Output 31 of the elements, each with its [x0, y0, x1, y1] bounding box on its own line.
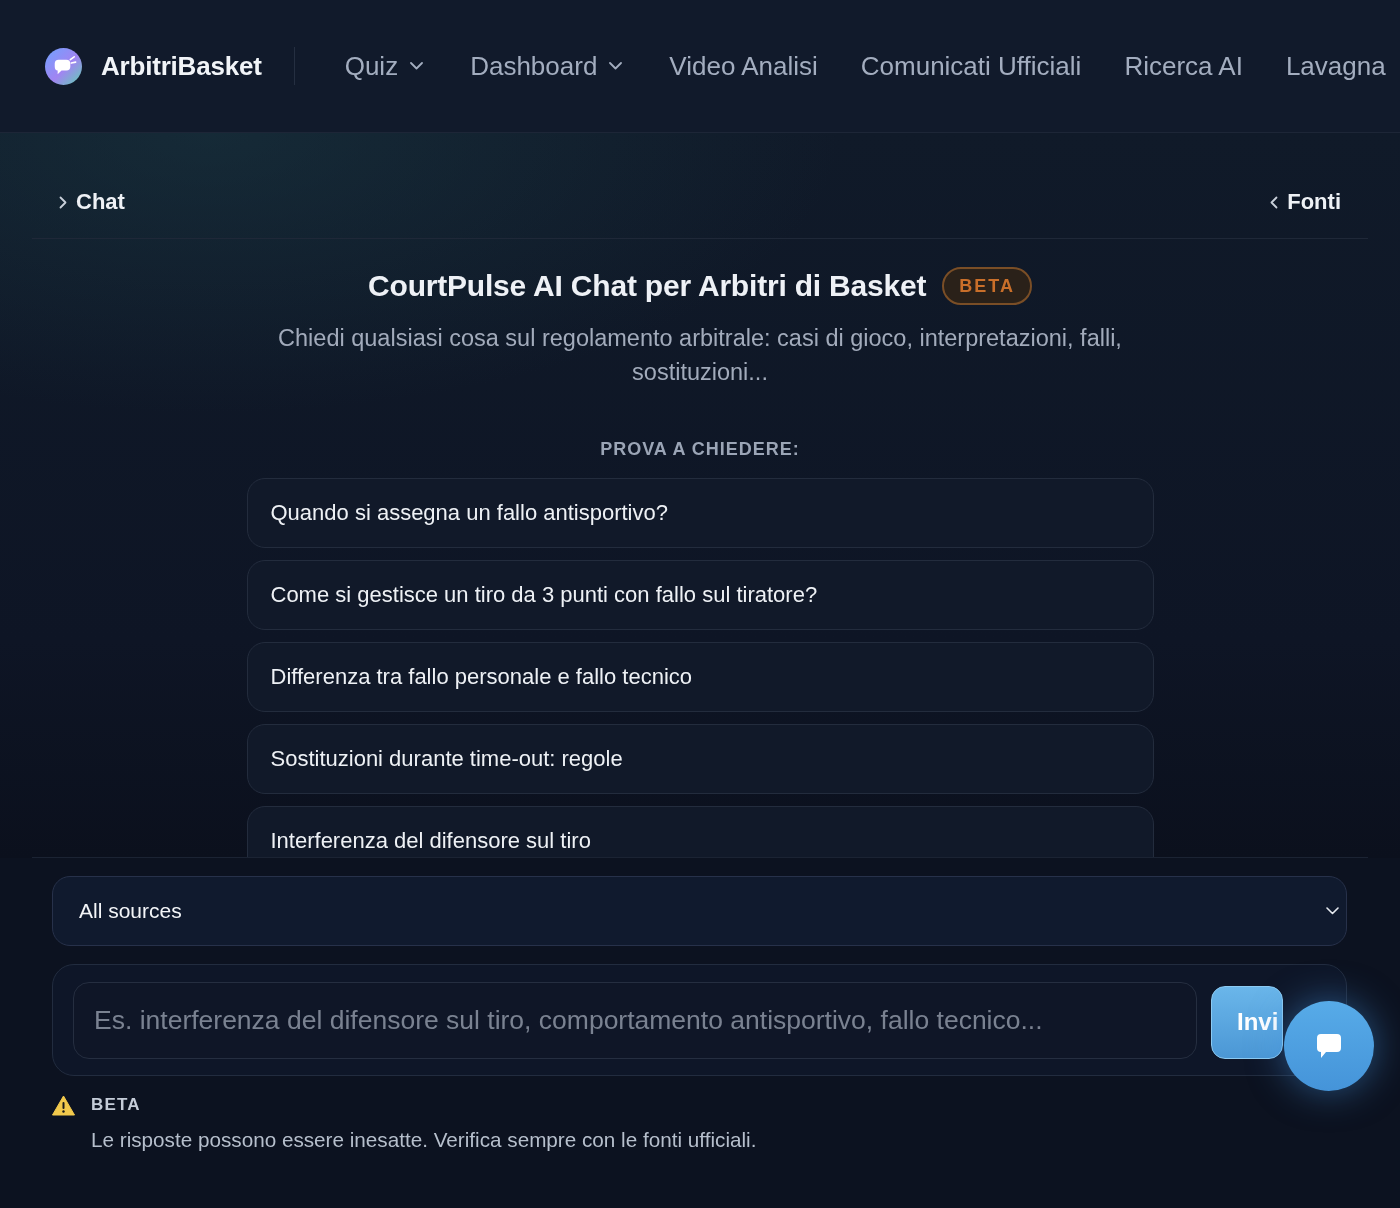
chat-bubble-icon: [1316, 1033, 1342, 1059]
suggestion-button[interactable]: Quando si assegna un fallo antisportivo?: [246, 478, 1154, 548]
suggestion-button[interactable]: Differenza tra fallo personale e fallo tecnico: [246, 642, 1154, 712]
nav-link[interactable]: Video Analisi: [669, 50, 818, 82]
chat-toggle-button[interactable]: Chat: [59, 189, 125, 215]
nav-link[interactable]: Quiz: [344, 50, 424, 82]
logo-icon: [45, 47, 82, 85]
warning-icon: [52, 1094, 75, 1116]
suggestion-button[interactable]: Sostituzioni durante time-out: regole: [246, 724, 1154, 794]
subtitle-text: Chiedi qualsiasi cosa sul regolamento arbitrale: casi di gioco, interpretazioni, falli, sostituzioni...: [277, 324, 1123, 387]
chevron-right-icon: [59, 195, 67, 209]
sources-toggle-button[interactable]: Fonti: [1270, 189, 1341, 215]
suggestion-button[interactable]: Come si gestisce un tiro da 3 punti con fallo sul tiratore?: [246, 560, 1154, 630]
disclaimer-text: Le risposte possono essere inesatte. Verifica sempre con le fonti ufficiali.: [91, 1127, 758, 1152]
nav-link[interactable]: Dashboard: [470, 50, 623, 82]
prompt-heading: PROVA A CHIEDERE:: [599, 438, 801, 460]
source-select[interactable]: All sources: [52, 876, 1347, 946]
beta-badge: BETA: [942, 267, 1032, 305]
suggestion-button[interactable]: Interferenza del difensore sul tiro: [246, 806, 1154, 857]
notice-label: BETA: [91, 1094, 142, 1116]
chat-launcher-button[interactable]: [1284, 1001, 1374, 1091]
nav-link[interactable]: Ricerca AI: [1124, 50, 1243, 82]
nav-link[interactable]: Comunicati Ufficiali: [860, 50, 1082, 82]
chevron-left-icon: [1270, 195, 1279, 209]
brand-name: ArbitriBasket: [101, 50, 262, 82]
nav-link[interactable]: Lavagna: [1285, 50, 1386, 82]
chevron-down-icon: [410, 62, 424, 70]
chevron-down-icon: [609, 62, 623, 70]
message-input[interactable]: Es. interferenza del difensore sul tiro, comportamento antisportivo, fallo tecnico...: [73, 981, 1197, 1059]
chevron-down-icon: [1326, 907, 1339, 915]
page-title: CourtPulse AI Chat per Arbitri di Basket: [368, 268, 927, 304]
